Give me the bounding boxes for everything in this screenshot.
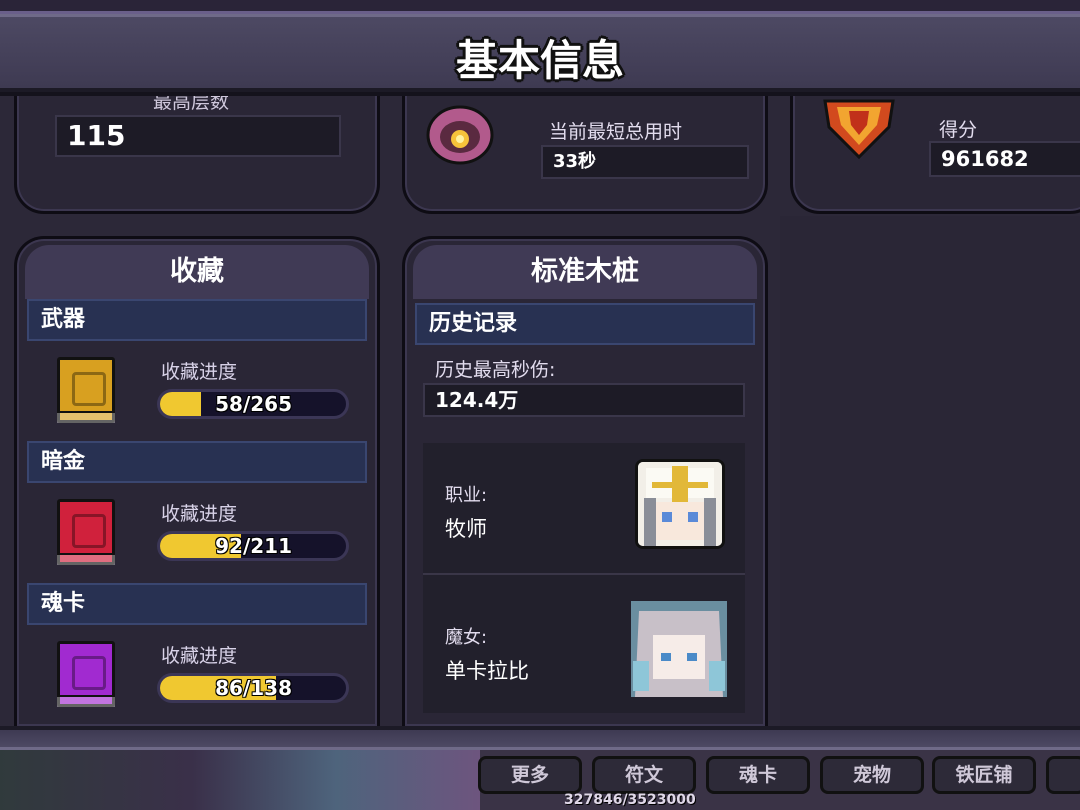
witch-value: 单卡拉比: [445, 659, 529, 683]
soulcard-button[interactable]: 魂卡: [706, 756, 810, 794]
more-button[interactable]: 更多: [478, 756, 582, 794]
category-darkgold[interactable]: 暗金: [27, 441, 367, 483]
darkgold-progress-label: 收藏进度: [161, 503, 238, 525]
soulcard-progress-text: 86/138: [215, 676, 292, 700]
overflow-button[interactable]: [1046, 756, 1080, 794]
character-divider: [423, 573, 745, 575]
collection-title: 收藏: [25, 245, 369, 299]
stake-title: 标准木桩: [413, 245, 757, 299]
max-dps-value: 124.4万: [423, 383, 745, 417]
history-bar[interactable]: 历史记录: [415, 303, 755, 345]
category-soulcard[interactable]: 魂卡: [27, 583, 367, 625]
purple-book-icon: [57, 641, 115, 707]
rune-button[interactable]: 符文: [592, 756, 696, 794]
game-scene-strip: [0, 750, 480, 810]
main-content: 最高层数 115 当前最短总用时 33秒 得分 961682 收藏 武器 收藏进…: [0, 96, 1080, 726]
time-value: 33秒: [541, 145, 749, 179]
time-panel: 当前最短总用时 33秒: [402, 96, 768, 214]
pet-button[interactable]: 宠物: [820, 756, 924, 794]
category-weapons[interactable]: 武器: [27, 299, 367, 341]
character-box: 职业: 牧师 魔女: 单卡拉比: [423, 443, 745, 713]
floors-value: 115: [55, 115, 341, 157]
bottom-separator: [0, 726, 1080, 750]
floors-panel: 最高层数 115: [14, 96, 380, 214]
page-title: 基本信息: [455, 36, 624, 85]
floors-label: 最高层数: [153, 96, 230, 113]
score-panel: 得分 961682: [790, 96, 1080, 214]
collection-panel: 收藏 武器 收藏进度 58/265 暗金 收藏进度 92/211 魂卡 收藏进度…: [14, 236, 380, 726]
class-value: 牧师: [445, 517, 487, 541]
class-label: 职业:: [445, 485, 488, 506]
priest-portrait-icon[interactable]: [635, 459, 725, 549]
soulcard-progress-label: 收藏进度: [161, 645, 238, 667]
weapons-progress-fill: [160, 392, 201, 416]
weapons-progress-bar: 58/265: [157, 389, 349, 419]
blacksmith-button[interactable]: 铁匠铺: [932, 756, 1036, 794]
bottom-nav: 更多 符文 魂卡 宠物 铁匠铺: [0, 750, 1080, 810]
gold-book-icon: [57, 357, 115, 423]
score-label: 得分: [939, 119, 978, 141]
score-value: 961682: [929, 141, 1080, 177]
weapons-progress-label: 收藏进度: [161, 361, 238, 383]
soulcard-progress-bar: 86/138: [157, 673, 349, 703]
witch-label: 魔女:: [445, 627, 488, 648]
exp-counter: 327846/3523000: [564, 792, 696, 808]
red-book-icon: [57, 499, 115, 565]
time-label: 当前最短总用时: [549, 121, 683, 143]
witch-portrait-icon[interactable]: [631, 601, 727, 697]
header-bar: 基本信息: [0, 14, 1080, 92]
boss-icon: [425, 97, 495, 167]
weapons-progress-text: 58/265: [215, 392, 292, 416]
darkgold-progress-bar: 92/211: [157, 531, 349, 561]
darkgold-progress-text: 92/211: [215, 534, 292, 558]
top-strip: [0, 0, 1080, 14]
max-dps-label: 历史最高秒伤:: [435, 359, 556, 381]
rank-badge-icon: [819, 97, 899, 161]
stake-panel: 标准木桩 历史记录 历史最高秒伤: 124.4万 职业: 牧师 魔女: 单卡拉比: [402, 236, 768, 726]
right-empty-area: [780, 216, 1080, 726]
